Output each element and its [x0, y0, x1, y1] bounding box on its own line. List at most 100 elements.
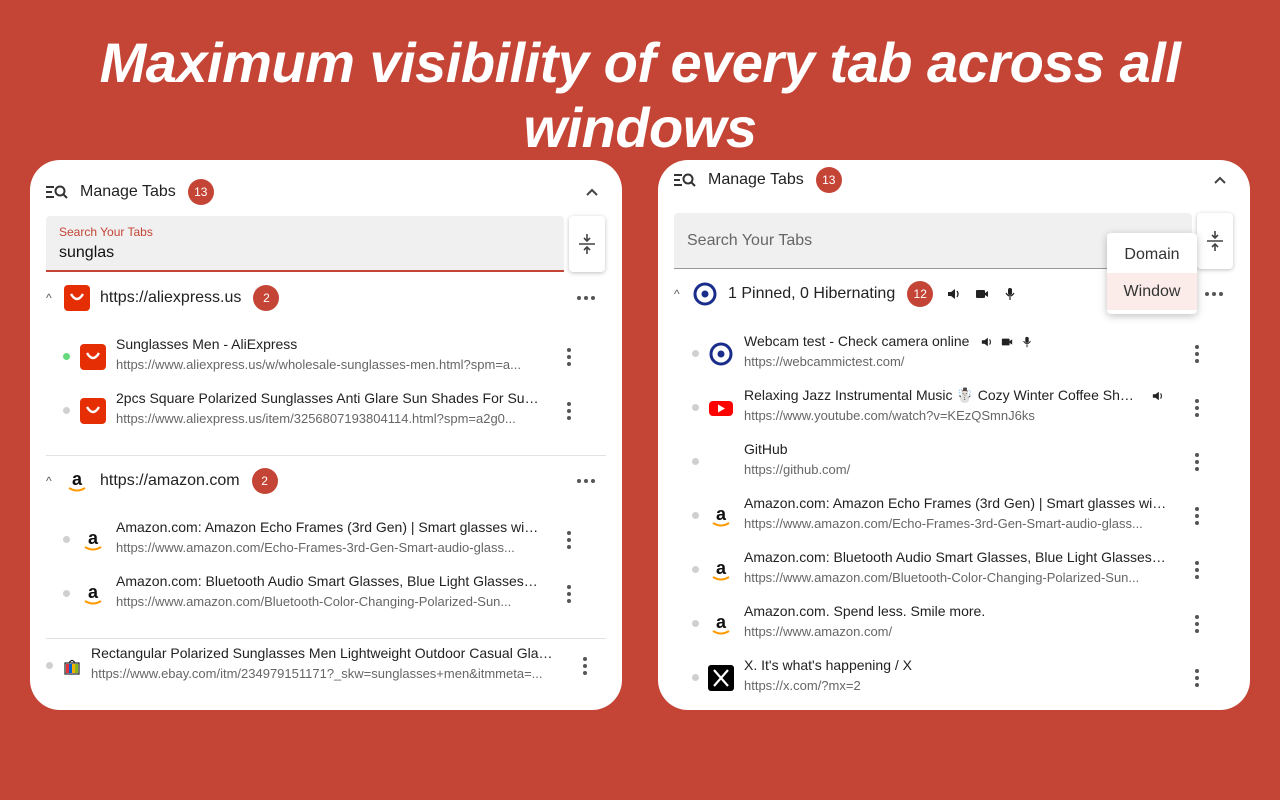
ebay-icon [62, 656, 82, 676]
tab-title: Amazon.com: Amazon Echo Frames (3rd Gen)… [116, 519, 540, 535]
compact-view-button[interactable] [569, 216, 605, 272]
tab-url: https://www.amazon.com/Echo-Frames-3rd-G… [744, 516, 1143, 531]
x-icon [708, 665, 734, 691]
amazon-icon: a [80, 527, 106, 553]
group-title: https://aliexpress.us [100, 289, 242, 306]
tab-title: Relaxing Jazz Instrumental Music ☃️ Cozy… [744, 387, 1140, 403]
group-count-badge: 12 [907, 281, 934, 307]
chevron-up-icon[interactable]: ^ [46, 291, 58, 305]
tab-row[interactable]: Relaxing Jazz Instrumental Music ☃️ Cozy… [658, 383, 1250, 433]
search-label: Search Your Tabs [59, 225, 153, 239]
tab-row[interactable]: Rectangular Polarized Sunglasses Men Lig… [30, 641, 622, 691]
tab-row[interactable]: 2pcs Square Polarized Sunglasses Anti Gl… [30, 386, 622, 436]
more-horizontal-icon[interactable] [576, 288, 596, 308]
svg-text:a: a [716, 504, 727, 524]
speaker-icon [982, 338, 992, 347]
svg-text:a: a [716, 558, 727, 578]
svg-text:a: a [72, 469, 83, 489]
status-dot [692, 404, 699, 411]
camera-icon [976, 290, 989, 298]
tab-url: https://webcammictest.com/ [744, 354, 905, 369]
panel-header: Manage Tabs 13 [674, 160, 1234, 202]
dropdown-option-window[interactable]: Window [1107, 273, 1197, 310]
more-vertical-icon[interactable] [559, 530, 579, 550]
compact-view-button[interactable] [1197, 213, 1233, 269]
manage-tabs-panel-right: Manage Tabs 13 Search Your Tabs ^ 1 Pinn… [658, 160, 1250, 710]
mic-icon [1005, 288, 1015, 300]
more-vertical-icon[interactable] [559, 584, 579, 604]
group-count-badge: 2 [251, 468, 278, 494]
manage-tabs-panel-left: Manage Tabs 13 Search Your Tabs sunglas … [30, 160, 622, 710]
tab-row[interactable]: a Amazon.com: Amazon Echo Frames (3rd Ge… [658, 491, 1250, 541]
tab-title-wrap: Webcam test - Check camera online [744, 333, 1184, 349]
search-value[interactable]: sunglas [59, 244, 114, 262]
group-header-aliexpress[interactable]: ^ https://aliexpress.us 2 [46, 280, 606, 316]
chevron-up-icon[interactable] [1210, 170, 1230, 190]
chevron-up-icon[interactable]: ^ [46, 474, 58, 488]
more-vertical-icon[interactable] [1187, 614, 1207, 634]
amazon-icon: a [64, 468, 90, 494]
speaker-icon [1152, 392, 1162, 401]
more-horizontal-icon[interactable] [576, 471, 596, 491]
divider [46, 455, 606, 456]
more-vertical-icon[interactable] [575, 656, 595, 676]
status-dot [692, 458, 699, 465]
aliexpress-icon [64, 285, 90, 311]
more-vertical-icon[interactable] [559, 401, 579, 421]
speaker-icon [948, 289, 959, 299]
media-indicators [947, 287, 1017, 301]
tab-title: Amazon.com. Spend less. Smile more. [744, 603, 986, 619]
tab-url: https://www.youtube.com/watch?v=KEzQSmnJ… [744, 408, 1035, 423]
tab-title-wrap: Relaxing Jazz Instrumental Music ☃️ Cozy… [744, 387, 1184, 404]
dropdown-option-domain[interactable]: Domain [1107, 236, 1197, 273]
more-vertical-icon[interactable] [559, 347, 579, 367]
tab-row[interactable]: a Amazon.com: Bluetooth Audio Smart Glas… [658, 545, 1250, 595]
tab-row[interactable]: Sunglasses Men - AliExpress https://www.… [30, 332, 622, 382]
tab-row[interactable]: X. It's what's happening / X https://x.c… [658, 653, 1250, 703]
tab-row[interactable]: a Amazon.com: Amazon Echo Frames (3rd Ge… [30, 515, 622, 565]
group-by-dropdown: Domain Window [1107, 233, 1197, 314]
panel-title: Manage Tabs [708, 171, 804, 188]
tab-row[interactable]: a Amazon.com. Spend less. Smile more. ht… [658, 599, 1250, 649]
search-placeholder: Search Your Tabs [687, 232, 813, 249]
more-vertical-icon[interactable] [1187, 668, 1207, 688]
group-header-amazon[interactable]: ^ a https://amazon.com 2 [46, 463, 606, 499]
more-horizontal-icon[interactable] [1204, 284, 1224, 304]
tab-title: Amazon.com: Amazon Echo Frames (3rd Gen)… [744, 495, 1168, 511]
collapse-vertical-icon [1207, 231, 1223, 251]
aliexpress-icon [80, 398, 106, 424]
camera-icon [1002, 338, 1013, 346]
chevron-up-icon[interactable]: ^ [674, 287, 686, 301]
amazon-icon: a [80, 581, 106, 607]
tab-url: https://github.com/ [744, 462, 851, 477]
tab-url: https://www.aliexpress.us/w/wholesale-su… [116, 357, 521, 372]
svg-text:a: a [88, 528, 99, 548]
tab-row[interactable]: GitHub https://github.com/ [658, 437, 1250, 487]
headline: Maximum visibility of every tab across a… [99, 31, 1181, 159]
webcam-icon [708, 341, 734, 367]
media-indicators [1152, 390, 1164, 402]
tab-row[interactable]: Webcam test - Check camera online https:… [658, 329, 1250, 379]
more-vertical-icon[interactable] [1187, 560, 1207, 580]
svg-text:a: a [88, 582, 99, 602]
webcam-icon [692, 281, 718, 307]
status-dot [692, 620, 699, 627]
svg-text:a: a [716, 612, 727, 632]
status-dot [692, 674, 699, 681]
tab-row[interactable]: a Amazon.com: Bluetooth Audio Smart Glas… [30, 569, 622, 619]
more-vertical-icon[interactable] [1187, 398, 1207, 418]
group-title: 1 Pinned, 0 Hibernating [728, 285, 896, 302]
mic-icon [1023, 337, 1032, 348]
amazon-icon: a [708, 503, 734, 529]
status-dot [692, 566, 699, 573]
tab-title: Amazon.com: Bluetooth Audio Smart Glasse… [744, 549, 1168, 565]
search-input[interactable]: Search Your Tabs sunglas [46, 216, 564, 272]
more-vertical-icon[interactable] [1187, 344, 1207, 364]
tab-title: GitHub [744, 441, 788, 457]
tab-title: Rectangular Polarized Sunglasses Men Lig… [91, 645, 553, 661]
more-vertical-icon[interactable] [1187, 452, 1207, 472]
aliexpress-icon [80, 344, 106, 370]
group-count-badge: 2 [253, 285, 280, 311]
chevron-up-icon[interactable] [582, 182, 602, 202]
more-vertical-icon[interactable] [1187, 506, 1207, 526]
